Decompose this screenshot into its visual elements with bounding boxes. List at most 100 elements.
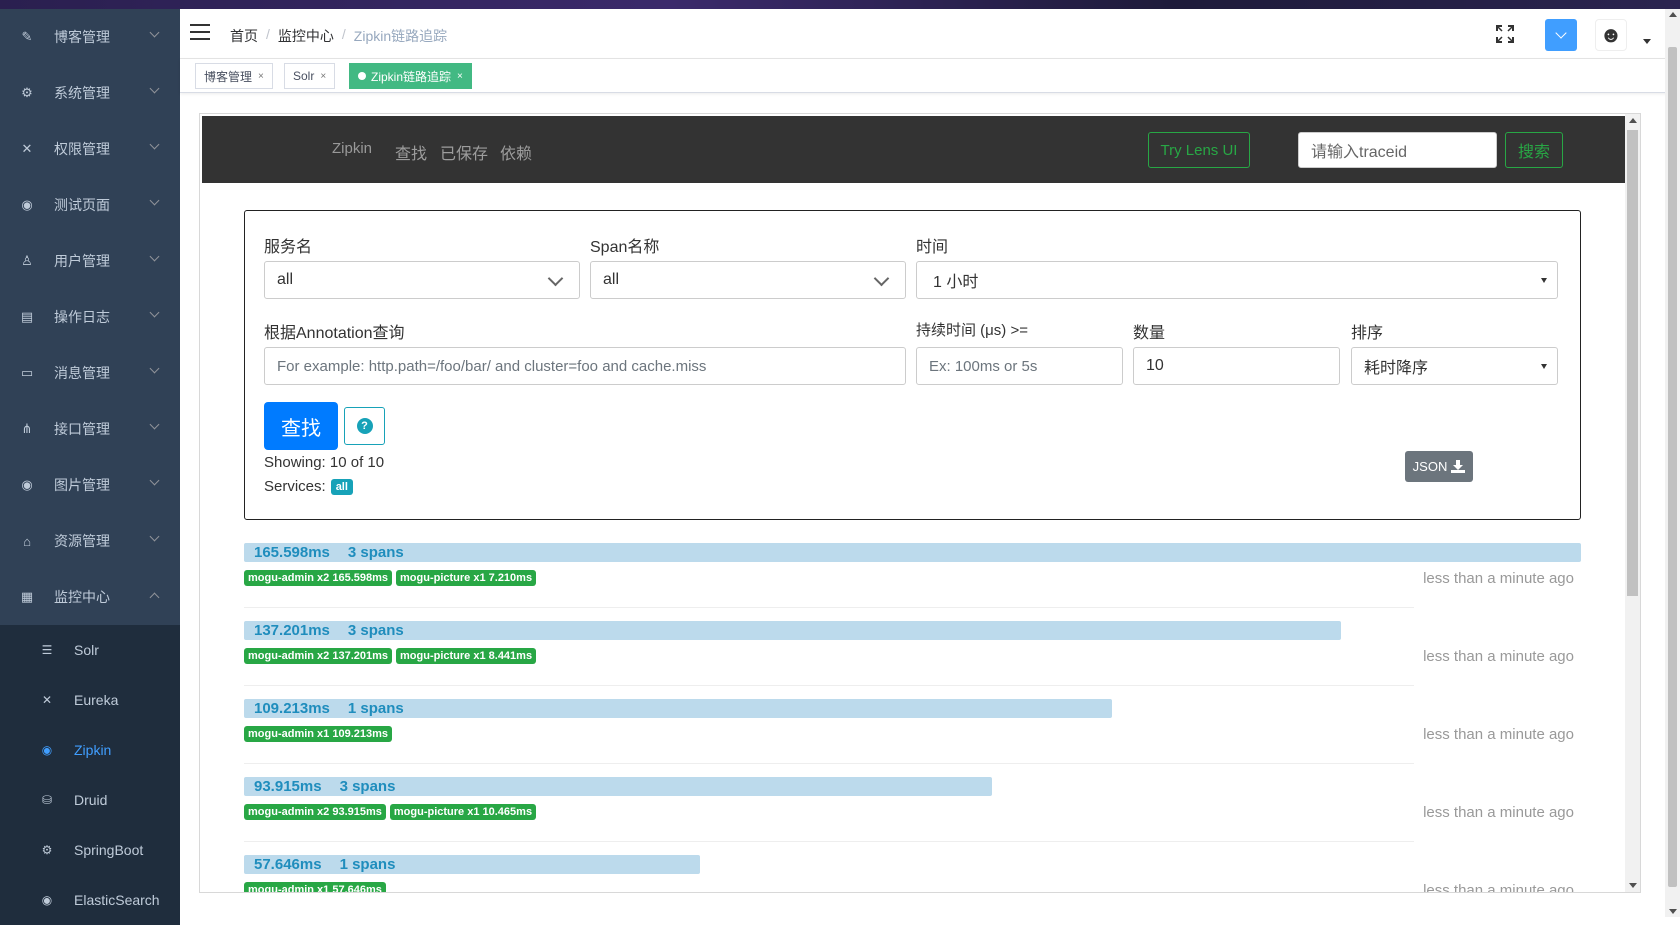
tag-solr[interactable]: Solr × xyxy=(284,63,336,89)
find-button[interactable]: 查找 xyxy=(264,402,338,450)
limit-input[interactable]: 10 xyxy=(1133,347,1340,385)
time-select[interactable]: 1 小时 xyxy=(916,261,1558,299)
sidebar-item-label: 权限管理 xyxy=(54,141,110,157)
try-lens-button[interactable]: Try Lens UI xyxy=(1148,132,1250,168)
trace-span-count: 3 spans xyxy=(347,544,404,561)
trace-row[interactable]: 137.201ms 3 spans mogu-admin x2 137.201ms m… xyxy=(244,621,1581,699)
service-tag[interactable]: mogu-admin x2 137.201ms xyxy=(244,648,393,664)
sort-select[interactable]: 耗时降序 xyxy=(1351,347,1558,385)
nav-find[interactable]: 查找 xyxy=(395,140,427,164)
log-icon: ▤ xyxy=(20,309,34,324)
submenu-item[interactable]: ◉ Zipkin xyxy=(0,725,180,775)
submenu-item[interactable]: ☰ Solr xyxy=(0,625,180,675)
trace-duration: 165.598ms xyxy=(254,544,330,561)
avatar[interactable]: ☻ xyxy=(1595,19,1627,51)
breadcrumb: 首页 / 监控中心 / Zipkin链路追踪 xyxy=(230,26,447,46)
trace-duration-bar[interactable]: 57.646ms 1 spans xyxy=(244,855,700,874)
dropdown-button[interactable] xyxy=(1545,19,1577,51)
trace-row[interactable]: 57.646ms 1 spans mogu-admin x1 57.646ms les… xyxy=(244,855,1581,892)
monitor-icon: ▦ xyxy=(20,589,34,604)
fullscreen-icon[interactable] xyxy=(1496,25,1514,43)
sidebar-item[interactable]: ▦ 监控中心 xyxy=(0,569,180,625)
page-scrollbar[interactable] xyxy=(1665,9,1680,917)
edit-icon: ✎ xyxy=(21,29,33,44)
trace-duration-bar[interactable]: 137.201ms 3 spans xyxy=(244,621,1341,640)
trace-row[interactable]: 109.213ms 1 spans mogu-admin x1 109.213ms l… xyxy=(244,699,1581,777)
close-icon[interactable]: × xyxy=(320,71,326,82)
trace-row[interactable]: 165.598ms 3 spans mogu-admin x2 165.598ms m… xyxy=(244,543,1581,621)
sidebar-item[interactable]: ✎ 博客管理 xyxy=(0,9,180,65)
trace-timestamp: less than a minute ago xyxy=(1423,726,1574,743)
duration-input[interactable]: Ex: 100ms or 5s xyxy=(916,347,1123,385)
trace-duration-bar[interactable]: 109.213ms 1 spans xyxy=(244,699,1112,718)
service-tag[interactable]: mogu-picture x1 10.465ms xyxy=(389,804,537,820)
trace-duration-bar[interactable]: 93.915ms 3 spans xyxy=(244,777,992,796)
scroll-down-arrow-icon[interactable] xyxy=(1669,909,1677,914)
sidebar-item[interactable]: ◉ 测试页面 xyxy=(0,177,180,233)
search-button[interactable]: 搜索 xyxy=(1505,132,1563,168)
sort-value: 耗时降序 xyxy=(1364,360,1429,377)
scroll-up-arrow-icon[interactable] xyxy=(1629,118,1637,123)
caret-down-icon xyxy=(1541,278,1547,283)
service-tag[interactable]: mogu-admin x1 109.213ms xyxy=(244,726,393,742)
submenu-item[interactable]: ⛁ Druid xyxy=(0,775,180,825)
window-top-strip xyxy=(0,0,1680,9)
trace-duration: 93.915ms xyxy=(254,778,322,795)
scroll-up-arrow-icon[interactable] xyxy=(1669,12,1677,17)
services-badge[interactable]: all xyxy=(330,478,353,495)
breadcrumb-section[interactable]: 监控中心 xyxy=(278,26,334,46)
zipkin-brand[interactable]: Zipkin xyxy=(332,140,372,157)
span-select[interactable]: all xyxy=(590,261,906,299)
scrollbar-thumb[interactable] xyxy=(1668,47,1677,887)
caret-down-icon[interactable] xyxy=(1643,39,1651,44)
close-icon[interactable]: × xyxy=(457,71,463,82)
help-button[interactable]: ? xyxy=(344,407,385,445)
chevron-down-icon xyxy=(149,307,160,318)
traceid-input[interactable]: 请输入traceid xyxy=(1298,132,1497,168)
service-tag[interactable]: mogu-picture x1 7.210ms xyxy=(396,570,537,586)
service-tag[interactable]: mogu-admin x2 165.598ms xyxy=(244,570,393,586)
service-tag[interactable]: mogu-admin x2 93.915ms xyxy=(244,804,386,820)
json-download-button[interactable]: JSON xyxy=(1405,451,1473,482)
close-icon[interactable]: × xyxy=(258,71,264,82)
chevron-down-icon xyxy=(873,270,890,287)
tag-blog[interactable]: 博客管理 × xyxy=(195,63,273,89)
sidebar-item[interactable]: ✕ 权限管理 xyxy=(0,121,180,177)
scroll-down-arrow-icon[interactable] xyxy=(1629,883,1637,888)
tag-label: 博客管理 xyxy=(204,69,253,84)
submenu-item[interactable]: ◉ ElasticSearch xyxy=(0,875,180,925)
trace-duration-bar[interactable]: 165.598ms 3 spans xyxy=(244,543,1581,562)
submenu-item-label: Zipkin xyxy=(74,742,112,758)
tag-zipkin[interactable]: Zipkin链路追踪 × xyxy=(349,63,472,89)
nav-saved[interactable]: 已保存 xyxy=(440,140,488,164)
breadcrumb-separator: / xyxy=(341,26,346,42)
breadcrumb-separator: / xyxy=(266,26,270,42)
sidebar-item[interactable]: ⚙ 系统管理 xyxy=(0,65,180,121)
trace-row[interactable]: 93.915ms 3 spans mogu-admin x2 93.915ms mog… xyxy=(244,777,1581,855)
sidebar-item[interactable]: ♙ 用户管理 xyxy=(0,233,180,289)
sidebar-item-label: 接口管理 xyxy=(54,421,110,437)
hamburger-icon[interactable] xyxy=(190,24,210,40)
sidebar-item[interactable]: ⌂ 资源管理 xyxy=(0,513,180,569)
download-icon xyxy=(1451,460,1466,473)
annotation-input[interactable]: For example: http.path=/foo/bar/ and clu… xyxy=(264,347,906,385)
navbar: 首页 / 监控中心 / Zipkin链路追踪 ☻ xyxy=(180,9,1680,59)
submenu-item[interactable]: ⚙ SpringBoot xyxy=(0,825,180,875)
sidebar-item[interactable]: ◉ 图片管理 xyxy=(0,457,180,513)
trace-duration: 137.201ms xyxy=(254,622,330,639)
tools-icon: ✕ xyxy=(21,141,33,156)
service-tag[interactable]: mogu-picture x1 8.441ms xyxy=(396,648,537,664)
sidebar: ✎ 博客管理 ⚙ 系统管理 ✕ 权限管理 ◉ 测试页面 ♙ 用户管理 ▤ 操作日志 ▭ 消息管理 ⋔ 接口管理… xyxy=(0,9,180,925)
breadcrumb-home[interactable]: 首页 xyxy=(230,26,258,46)
sidebar-item[interactable]: ⋔ 接口管理 xyxy=(0,401,180,457)
service-tag[interactable]: mogu-admin x1 57.646ms xyxy=(244,882,386,892)
sidebar-item[interactable]: ▤ 操作日志 xyxy=(0,289,180,345)
frame-scrollbar[interactable] xyxy=(1625,114,1640,892)
gear-icon: ⚙ xyxy=(41,843,53,857)
nav-dependencies[interactable]: 依赖 xyxy=(500,140,532,164)
tag-label: Solr xyxy=(293,69,315,83)
scrollbar-thumb[interactable] xyxy=(1627,130,1638,596)
service-select[interactable]: all xyxy=(264,261,580,299)
submenu-item[interactable]: ✕ Eureka xyxy=(0,675,180,725)
sidebar-item[interactable]: ▭ 消息管理 xyxy=(0,345,180,401)
